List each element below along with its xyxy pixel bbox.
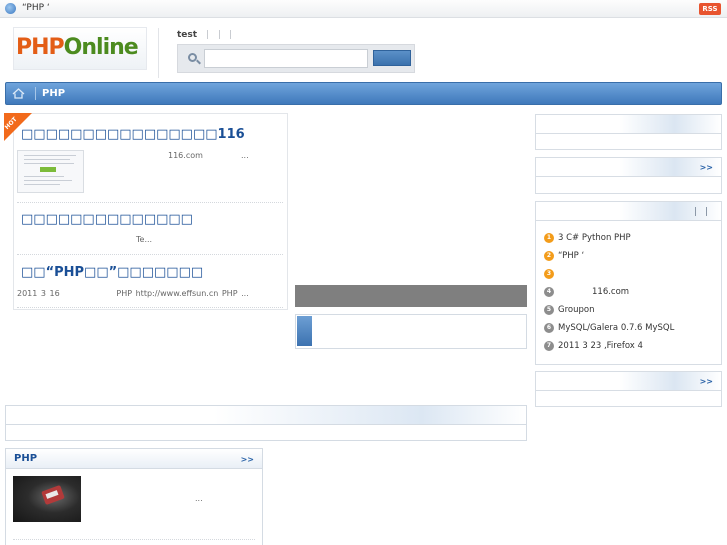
ranking-item[interactable]: 6 MySQL/Galera 0.7.6 MySQL bbox=[544, 323, 714, 334]
news-summary: Te... bbox=[136, 235, 153, 244]
hot-link-divider bbox=[230, 30, 231, 39]
more-link[interactable]: >> bbox=[241, 455, 254, 464]
sidebar-box-header: >> bbox=[536, 158, 721, 177]
ranking-item[interactable]: 13 C# Python PHP bbox=[544, 233, 714, 244]
ranking-tabs[interactable] bbox=[695, 207, 707, 216]
php-section-header: PHP >> bbox=[6, 449, 262, 469]
news-ellipsis: ... bbox=[241, 151, 249, 160]
ranking-item[interactable]: 2 “PHP ‘ bbox=[544, 251, 714, 262]
news-title[interactable]: □□□□□□□□□□□□□□□□116 bbox=[21, 127, 245, 142]
speaker-icon bbox=[5, 3, 16, 14]
ranking-item[interactable]: 5 Groupon bbox=[544, 305, 714, 316]
php-section-title[interactable]: PHP bbox=[14, 453, 37, 464]
sidebar-box bbox=[535, 114, 722, 150]
ranking-item[interactable]: 4 116.com bbox=[544, 287, 714, 298]
ranking-header bbox=[536, 202, 721, 221]
news-date: 2011 3 16 bbox=[17, 289, 60, 298]
divider bbox=[13, 539, 255, 540]
news-meta: 2011 3 16 PHP http://www.effsun.cn PHP .… bbox=[17, 289, 249, 298]
hot-link-divider bbox=[219, 30, 220, 39]
sidebar-box: >> bbox=[535, 371, 722, 407]
feature-tab[interactable] bbox=[297, 316, 312, 346]
news-source: 116.com bbox=[168, 151, 203, 160]
php-summary: ... bbox=[195, 494, 203, 503]
main-nav bbox=[5, 82, 722, 105]
home-icon[interactable] bbox=[12, 88, 25, 99]
wide-section bbox=[5, 405, 527, 441]
site-logo[interactable]: PHPOnline bbox=[13, 27, 147, 70]
hot-link-divider bbox=[207, 30, 208, 39]
ranking-item[interactable]: 3 bbox=[544, 269, 714, 280]
ranking-item[interactable]: 7 2011 3 23 ,Firefox 4 bbox=[544, 341, 714, 352]
divider bbox=[17, 307, 283, 308]
logo-php-text: PHP bbox=[16, 35, 65, 60]
search-input[interactable] bbox=[204, 49, 368, 68]
nav-divider bbox=[35, 87, 36, 100]
sidebar-box-header: >> bbox=[536, 372, 721, 391]
divider bbox=[17, 202, 283, 203]
search-button[interactable] bbox=[373, 50, 411, 66]
top-announcement[interactable]: “PHP ‘ bbox=[22, 3, 50, 13]
wide-section-header bbox=[6, 406, 526, 425]
rss-button[interactable]: RSS bbox=[699, 3, 721, 15]
news-meta-text: PHP http://www.effsun.cn PHP ... bbox=[116, 289, 249, 298]
banner-placeholder bbox=[295, 285, 527, 307]
more-link[interactable]: >> bbox=[700, 377, 713, 386]
ranking-box: 13 C# Python PHP 2 “PHP ‘ 3 4 116.com 5 Gro… bbox=[535, 201, 722, 365]
header-divider bbox=[158, 28, 159, 78]
hot-search-link[interactable]: test bbox=[177, 30, 197, 40]
top-bar bbox=[0, 0, 727, 18]
divider bbox=[17, 254, 283, 255]
more-link[interactable]: >> bbox=[700, 163, 713, 172]
sidebar-box: >> bbox=[535, 157, 722, 194]
nav-item-php[interactable]: PHP bbox=[42, 88, 65, 99]
news-title[interactable]: □□“PHP□□”□□□□□□□ bbox=[21, 265, 203, 280]
news-thumbnail[interactable] bbox=[17, 150, 84, 193]
php-thumbnail[interactable] bbox=[13, 476, 81, 522]
news-title[interactable]: □□□□□□□□□□□□□□ bbox=[21, 212, 193, 227]
feature-box bbox=[295, 314, 527, 349]
logo-online-text: Online bbox=[63, 35, 139, 60]
sidebar-box-header bbox=[536, 115, 721, 134]
